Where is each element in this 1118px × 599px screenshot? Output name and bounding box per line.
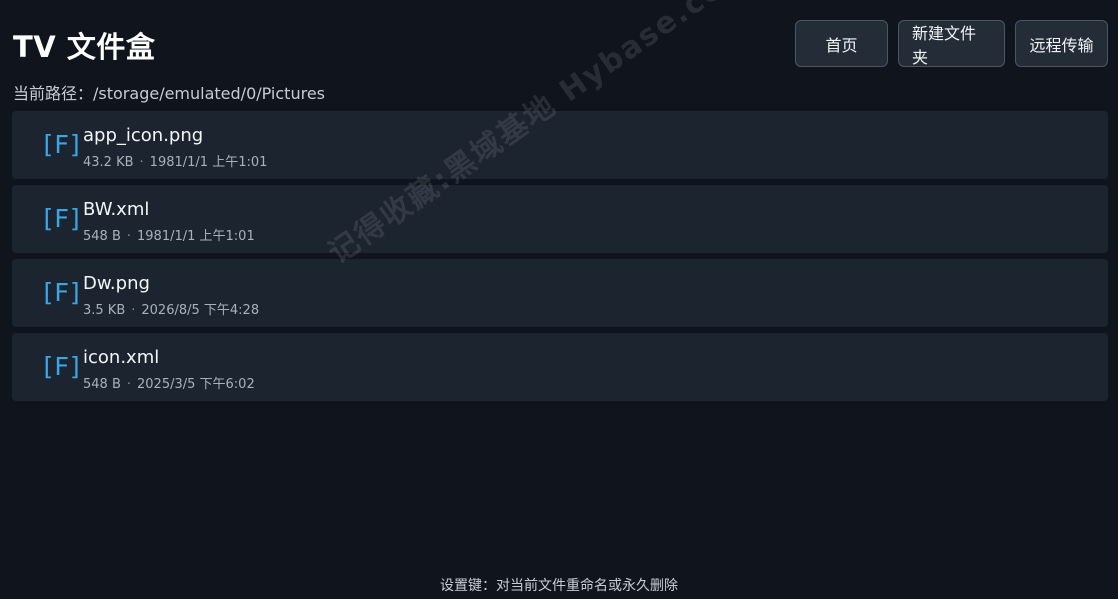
- meta-separator: ·: [139, 155, 144, 170]
- file-size: 548 B: [83, 377, 121, 392]
- file-meta: 43.2 KB · 1981/1/1 上午1:01: [83, 151, 267, 170]
- file-row[interactable]: [F] icon.xml 548 B · 2025/3/5 下午6:02: [12, 333, 1108, 401]
- file-icon: [F]: [40, 352, 83, 381]
- current-path-label: 当前路径：: [13, 84, 94, 103]
- file-meta: 3.5 KB · 2026/8/5 下午4:28: [83, 299, 259, 318]
- file-meta: 548 B · 2025/3/5 下午6:02: [83, 373, 255, 392]
- file-icon: [F]: [40, 204, 83, 233]
- file-icon: [F]: [40, 130, 83, 159]
- current-path-value: /storage/emulated/0/Pictures: [93, 84, 325, 103]
- file-date: 2025/3/5 下午6:02: [137, 377, 255, 392]
- file-row[interactable]: [F] app_icon.png 43.2 KB · 1981/1/1 上午1:01: [12, 111, 1108, 179]
- meta-separator: ·: [126, 377, 132, 392]
- current-path: 当前路径：/storage/emulated/0/Pictures: [13, 80, 325, 104]
- app-title: TV 文件盒: [13, 30, 156, 64]
- remote-transfer-button[interactable]: 远程传输: [1015, 20, 1108, 67]
- home-button[interactable]: 首页: [795, 20, 888, 67]
- file-size: 548 B: [83, 229, 121, 244]
- file-meta: 548 B · 1981/1/1 上午1:01: [83, 225, 255, 244]
- file-row[interactable]: [F] Dw.png 3.5 KB · 2026/8/5 下午4:28: [12, 259, 1108, 327]
- file-name: icon.xml: [83, 347, 160, 368]
- meta-separator: ·: [126, 229, 132, 244]
- footer-hint: 设置键：对当前文件重命名或永久删除: [440, 578, 678, 594]
- file-date: 1981/1/1 上午1:01: [137, 229, 255, 244]
- file-list: [F] app_icon.png 43.2 KB · 1981/1/1 上午1:01…: [12, 111, 1108, 401]
- file-name: BW.xml: [83, 199, 150, 220]
- file-row[interactable]: [F] BW.xml 548 B · 1981/1/1 上午1:01: [12, 185, 1108, 253]
- meta-separator: ·: [131, 303, 136, 318]
- file-size: 43.2 KB: [83, 155, 134, 170]
- file-size: 3.5 KB: [83, 303, 126, 318]
- file-manager-screen: TV 文件盒 首页 新建文件夹 远程传输 当前路径：/storage/emula…: [0, 0, 1118, 599]
- file-name: Dw.png: [83, 273, 150, 294]
- file-date: 2026/8/5 下午4:28: [141, 303, 260, 318]
- file-date: 1981/1/1 上午1:01: [149, 155, 268, 170]
- new-folder-button[interactable]: 新建文件夹: [898, 20, 1005, 67]
- toolbar: 首页 新建文件夹 远程传输: [795, 20, 1108, 67]
- file-name: app_icon.png: [83, 125, 204, 146]
- file-icon: [F]: [40, 278, 83, 307]
